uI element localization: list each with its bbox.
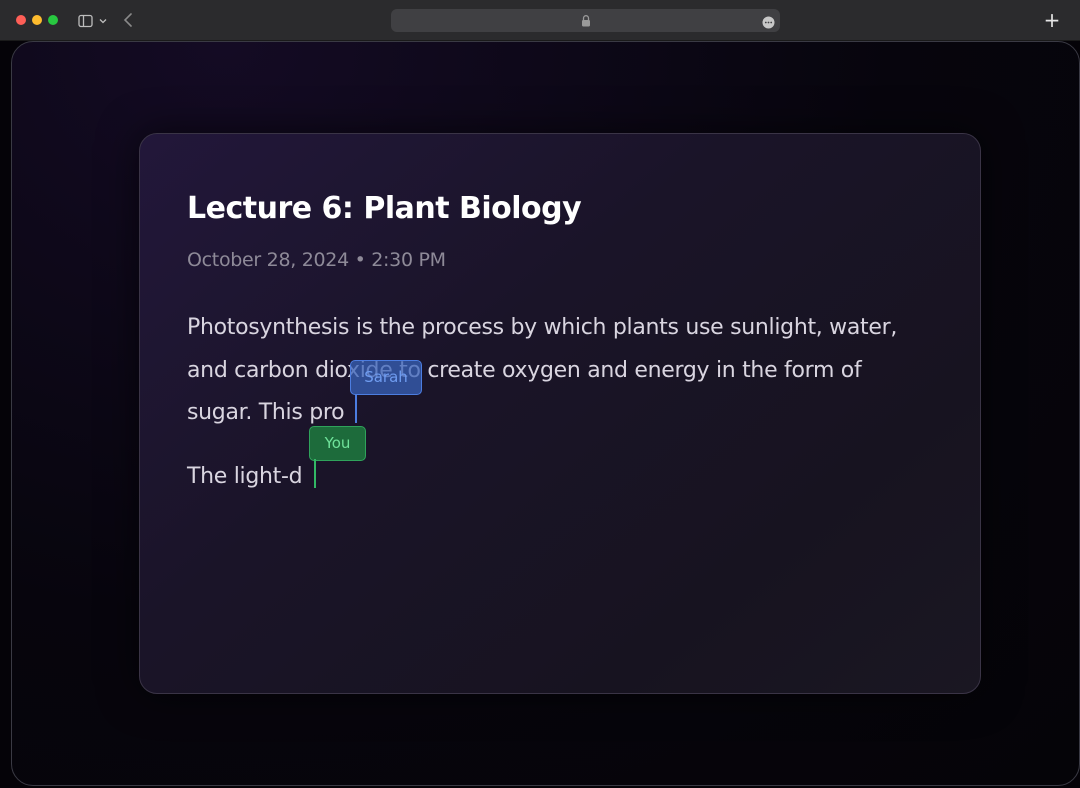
lock-icon	[580, 13, 592, 27]
note-text-line[interactable]: The light-d	[187, 464, 303, 490]
sidebar-icon	[78, 14, 107, 28]
note-title[interactable]: Lecture 6: Plant Biology	[187, 191, 582, 226]
ellipsis-circle-icon	[762, 16, 775, 29]
new-tab-button[interactable]: +	[1043, 8, 1061, 32]
collaborator-cursor-label-you: You	[309, 426, 366, 461]
zoom-window-button[interactable]	[48, 15, 58, 25]
note-timestamp: October 28, 2024 • 2:30 PM	[187, 249, 446, 271]
chevron-left-icon	[123, 13, 132, 27]
page-viewport: Lecture 6: Plant Biology October 28, 202…	[0, 41, 1080, 788]
browser-toolbar: +	[0, 0, 1080, 41]
collaborator-cursor-label-sarah: Sarah	[350, 360, 422, 395]
note-text-line[interactable]: sugar. This pro	[187, 400, 345, 426]
sidebar-toggle-button[interactable]	[78, 13, 110, 28]
text-cursor-you	[314, 459, 316, 488]
address-bar[interactable]	[391, 9, 780, 32]
collaborator-cursor-sarah	[355, 394, 357, 423]
app-frame: Lecture 6: Plant Biology October 28, 202…	[11, 41, 1080, 786]
minimize-window-button[interactable]	[32, 15, 42, 25]
close-window-button[interactable]	[16, 15, 26, 25]
note-card[interactable]: Lecture 6: Plant Biology October 28, 202…	[139, 133, 981, 694]
note-text-line[interactable]: and carbon dioxide to create oxygen and …	[187, 358, 862, 384]
back-button[interactable]	[121, 11, 135, 29]
page-options-button[interactable]	[762, 14, 775, 29]
chevron-down-icon	[99, 19, 107, 24]
note-text-line[interactable]: Photosynthesis is the process by which p…	[187, 315, 897, 341]
